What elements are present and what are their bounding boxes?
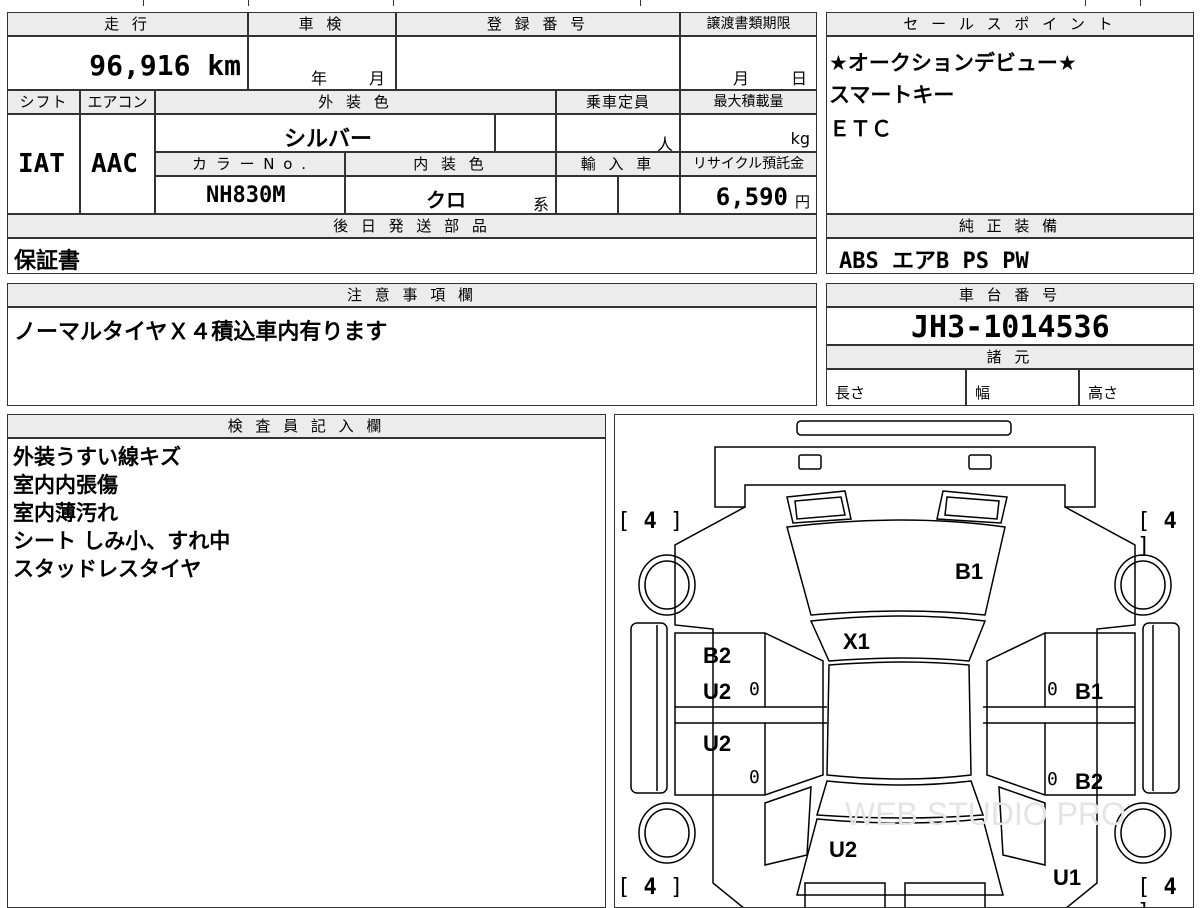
sales-point-line-2: スマートキー <box>829 83 955 107</box>
inspector-line-5: スタッドレスタイヤ <box>13 557 202 581</box>
shift-header: シフト <box>7 90 80 114</box>
left-front-zero: 0 <box>749 679 760 700</box>
spec-width-label: 幅 <box>975 384 991 402</box>
damage-left-rear: U2 <box>703 731 732 756</box>
import-cell-1 <box>556 176 618 214</box>
inspection-header: 車 検 <box>248 12 396 36</box>
recycle-value: 6,590 <box>715 183 788 211</box>
notes-cell: ノーマルタイヤＸ４積込車内有ります <box>7 307 817 406</box>
exterior-color-value: シルバー <box>284 127 373 152</box>
damage-right-front: B1 <box>1075 679 1104 704</box>
damage-trunk: U2 <box>829 837 858 862</box>
inspector-line-4: シート しみ小、すれ中 <box>13 529 231 553</box>
spec-length-label: 長さ <box>835 384 866 402</box>
interior-color-suffix: 系 <box>532 195 549 214</box>
sales-point-line-3: ＥＴＣ <box>829 117 892 141</box>
damage-right-rear: B2 <box>1075 769 1104 794</box>
color-no-cell: NH830M <box>155 176 345 214</box>
registration-cell <box>396 36 680 90</box>
sales-points-cell: ★オークションデビュー★ スマートキー ＥＴＣ <box>826 36 1194 214</box>
right-rear-zero: 0 <box>1047 769 1058 790</box>
color-no-header: カ ラ ー N o . <box>155 152 345 176</box>
inspection-month: 月 <box>369 69 386 88</box>
later-parts-header: 後 日 発 送 部 品 <box>7 214 817 238</box>
recycle-header: リサイクル預託金 <box>680 152 817 176</box>
genuine-equipment-value: ABS エアB PS PW <box>839 249 1029 274</box>
import-header: 輸 入 車 <box>556 152 680 176</box>
capacity-header: 乗車定員 <box>556 90 680 114</box>
color-no-value: NH830M <box>206 183 286 208</box>
notes-header: 注 意 事 項 欄 <box>7 283 817 307</box>
later-parts-cell: 保証書 <box>7 238 817 274</box>
inspector-line-2: 室内内張傷 <box>13 473 118 497</box>
diagram-watermark: WEB STUDIO PRO <box>845 796 1126 832</box>
interior-color-cell: クロ 系 <box>345 176 556 214</box>
exterior-color-header: 外 装 色 <box>155 90 556 114</box>
damage-left-front-2: U2 <box>703 679 732 704</box>
car-outline: WEB STUDIO PRO <box>630 420 1180 907</box>
interior-color-value: クロ <box>426 188 466 212</box>
chassis-value: JH3-1014536 <box>911 310 1110 345</box>
mileage-cell: 96,916 km <box>7 36 248 90</box>
max-load-cell: kg <box>680 114 817 152</box>
inspector-line-3: 室内薄汚れ <box>13 501 118 525</box>
exterior-color-cell: シルバー <box>155 114 495 152</box>
damage-hood: B1 <box>955 559 984 584</box>
later-parts-value: 保証書 <box>14 249 81 274</box>
exterior-extra-cell <box>495 114 556 152</box>
capacity-cell: 人 <box>556 114 680 154</box>
damage-left-front-1: B2 <box>703 643 732 668</box>
sales-points-header: セ ー ル ス ポ イ ン ト <box>826 12 1194 36</box>
transfer-month: 月 <box>733 69 750 88</box>
chassis-cell: JH3-1014536 <box>826 307 1194 345</box>
transfer-deadline-header: 譲渡書類期限 <box>680 12 817 36</box>
shift-value: IAT <box>18 149 65 179</box>
tire-front-right: [ 4 ] <box>1137 509 1177 559</box>
genuine-equipment-header: 純 正 装 備 <box>826 214 1194 238</box>
top-strip <box>0 0 1200 8</box>
transfer-day: 日 <box>791 69 808 88</box>
aircon-header: エアコン <box>80 90 155 114</box>
spec-width-cell: 幅 <box>966 369 1079 406</box>
inspection-cell: 年 月 <box>248 36 396 90</box>
genuine-equipment-cell: ABS エアB PS PW <box>826 238 1194 274</box>
spec-height-cell: 高さ <box>1079 369 1194 406</box>
max-load-unit: kg <box>790 129 810 148</box>
transfer-cell: 月 日 <box>680 36 817 90</box>
recycle-cell: 6,590 円 <box>680 176 817 214</box>
spec-height-label: 高さ <box>1088 384 1119 402</box>
inspection-year: 年 <box>311 69 328 88</box>
import-cell-2 <box>618 176 680 214</box>
inspector-cell: 外装うすい線キズ 室内内張傷 室内薄汚れ シート しみ小、すれ中 スタッドレスタ… <box>7 438 606 908</box>
notes-value: ノーマルタイヤＸ４積込車内有ります <box>14 320 388 345</box>
aircon-value: AAC <box>91 149 138 179</box>
damage-windshield: X1 <box>843 629 870 654</box>
recycle-unit: 円 <box>794 193 810 211</box>
shift-cell: IAT <box>7 114 80 214</box>
sales-point-line-1: ★オークションデビュー★ <box>829 51 1077 75</box>
max-load-header: 最大積載量 <box>680 90 817 114</box>
specs-header: 諸 元 <box>826 345 1194 369</box>
left-rear-zero: 0 <box>749 767 760 788</box>
mileage-value: 96,916 km <box>89 49 241 82</box>
tire-rear-right: [ 4 ] <box>1137 875 1177 907</box>
chassis-header: 車 台 番 号 <box>826 283 1194 307</box>
registration-header: 登 録 番 号 <box>396 12 680 36</box>
mileage-header: 走 行 <box>7 12 248 36</box>
tire-rear-left: [ 4 ] <box>617 875 684 900</box>
tire-front-left: [ 4 ] <box>617 509 684 534</box>
aircon-cell: AAC <box>80 114 155 214</box>
inspector-line-1: 外装うすい線キズ <box>13 445 181 469</box>
interior-color-header: 内 装 色 <box>345 152 556 176</box>
car-diagram-panel: WEB STUDIO PRO [ 4 ] [ 4 ] [ 4 ] [ 4 ] B… <box>614 414 1194 908</box>
inspector-header: 検 査 員 記 入 欄 <box>7 414 606 438</box>
spec-length-cell: 長さ <box>826 369 966 406</box>
right-front-zero: 0 <box>1047 679 1058 700</box>
damage-rear-right: U1 <box>1053 865 1082 890</box>
